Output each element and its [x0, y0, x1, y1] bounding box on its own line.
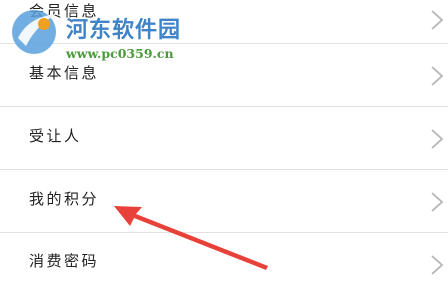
chevron-right-icon: [429, 8, 445, 32]
watermark-logo-icon: [12, 10, 56, 54]
menu-item-label: 消费密码: [29, 252, 100, 270]
menu-item-payment-password[interactable]: 消费密码: [0, 233, 448, 296]
menu-item-my-points[interactable]: 我的积分: [0, 170, 448, 233]
chevron-right-icon: [429, 127, 445, 151]
menu-item-assignee[interactable]: 受让人: [0, 107, 448, 170]
watermark-url: www.pc0359.cn: [66, 46, 174, 61]
menu-item-label: 我的积分: [29, 190, 100, 208]
watermark: 河东软件园 www.pc0359.cn: [8, 2, 208, 66]
chevron-right-icon: [429, 253, 445, 277]
chevron-right-icon: [429, 190, 445, 214]
menu-item-label: 受让人: [29, 127, 82, 145]
chevron-right-icon: [429, 64, 445, 88]
watermark-title: 河东软件园: [66, 18, 182, 43]
